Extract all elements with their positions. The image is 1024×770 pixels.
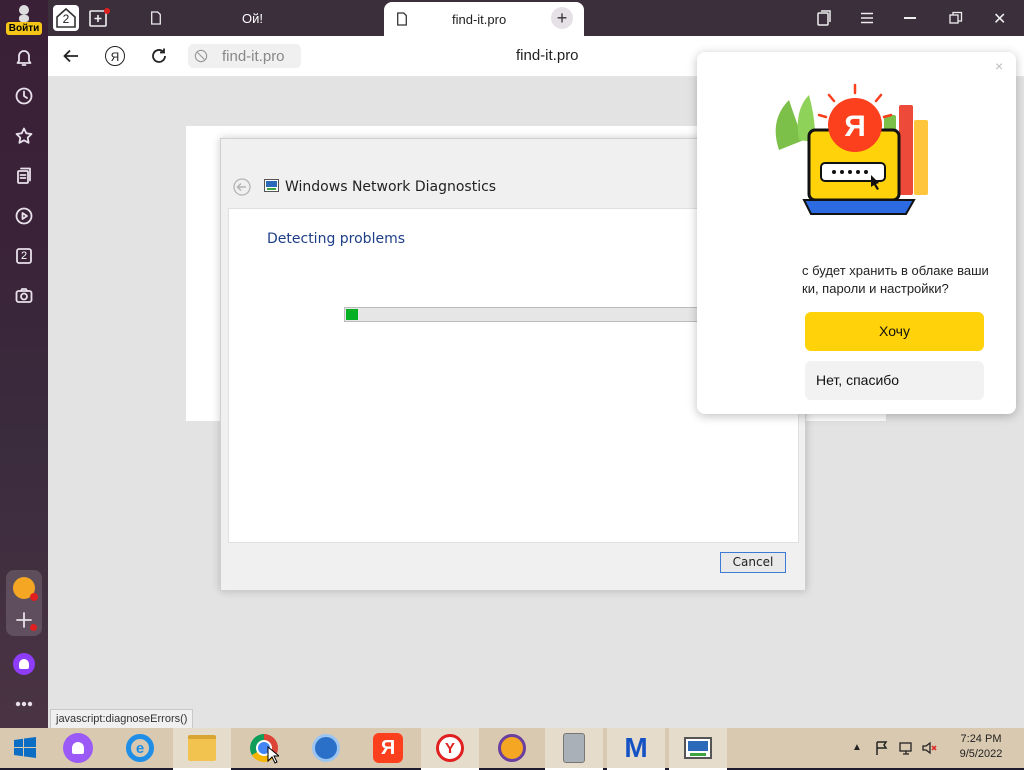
- page-title: find-it.pro: [516, 47, 579, 64]
- network-diagnostics-icon: [264, 179, 279, 192]
- usb-drive-icon: [563, 733, 585, 763]
- taskbar-file-explorer[interactable]: [173, 728, 231, 770]
- bookmarks-star-icon[interactable]: [12, 124, 36, 148]
- clock-date: 9/5/2022: [959, 748, 1003, 760]
- popup-message: с будет хранить в облаке ваши ки, пароли…: [802, 263, 989, 296]
- tab-count-icon[interactable]: 2: [12, 244, 36, 268]
- yandex-logo-icon[interactable]: Я: [105, 46, 125, 66]
- volume-muted-icon[interactable]: [921, 740, 937, 761]
- taskbar-malwarebytes[interactable]: M: [607, 728, 665, 770]
- taskbar-chrome[interactable]: [235, 728, 293, 768]
- progress-bar-fill: [346, 309, 358, 320]
- windows-logo-icon: [14, 737, 36, 758]
- show-hidden-icons-chevron-icon[interactable]: ▲: [852, 742, 862, 753]
- collections-toolbar-icon[interactable]: [816, 9, 834, 27]
- windows-taskbar: e Я Y M ▲ 7:24 PM 9/5/2022: [0, 728, 1024, 770]
- add-app-icon[interactable]: [12, 608, 37, 632]
- tab-group-count: 2: [62, 12, 70, 26]
- page-icon: [151, 11, 161, 25]
- accept-sync-button[interactable]: Хочу: [805, 312, 984, 351]
- alice-icon: [63, 733, 93, 763]
- tab-strip: 2 Ой! find-it.pro ✕ + ✕: [48, 0, 1024, 36]
- taskbar-vpn[interactable]: [483, 728, 541, 768]
- tab-oops[interactable]: Ой!: [136, 0, 376, 36]
- tab-oops-title: Ой!: [242, 10, 263, 26]
- new-tab-button[interactable]: +: [551, 7, 573, 29]
- address-bar[interactable]: find-it.pro: [188, 44, 301, 68]
- system-clock[interactable]: 7:24 PM 9/5/2022: [946, 732, 1016, 762]
- restore-window-icon[interactable]: [949, 11, 963, 25]
- taskbar-yandex-browser[interactable]: Y: [421, 728, 479, 770]
- taskbar-alice[interactable]: [49, 728, 107, 768]
- mouse-cursor-icon: [267, 746, 279, 764]
- site-info-globe-icon[interactable]: [194, 49, 208, 63]
- reload-icon[interactable]: [150, 47, 168, 65]
- login-label: Войти: [6, 22, 42, 35]
- back-arrow-icon[interactable]: [62, 47, 80, 65]
- tab-find-it-title: find-it.pro: [452, 11, 507, 27]
- yandex-red-icon: Я: [373, 733, 403, 763]
- status-link-preview: javascript:diagnoseErrors(): [50, 709, 194, 729]
- folder-icon: [188, 735, 216, 761]
- network-status-icon[interactable]: [898, 740, 914, 761]
- close-window-icon[interactable]: ✕: [993, 9, 1006, 29]
- popup-overlap-mask: [697, 138, 805, 414]
- network-diagnostics-taskbar-icon: [684, 737, 712, 759]
- history-icon[interactable]: [12, 84, 36, 108]
- progress-bar: [344, 307, 700, 322]
- dialog-heading: Detecting problems: [267, 231, 406, 247]
- tab-group-counter[interactable]: 2: [53, 5, 79, 31]
- mail-app-icon[interactable]: [12, 576, 38, 601]
- dialog-back-icon[interactable]: [233, 178, 251, 196]
- taskbar-internet-explorer[interactable]: e: [111, 728, 169, 768]
- video-play-icon[interactable]: [12, 204, 36, 228]
- more-dots-icon[interactable]: [12, 692, 36, 716]
- shield-key-icon: [498, 734, 526, 762]
- taskbar-yandex[interactable]: Я: [359, 728, 417, 768]
- minimize-window-icon[interactable]: [904, 17, 916, 19]
- taskbar-network-diagnostics[interactable]: [669, 728, 727, 770]
- popup-close-icon[interactable]: ×: [995, 58, 1003, 74]
- page-icon: [397, 12, 407, 26]
- screenshot-camera-icon[interactable]: [12, 284, 36, 308]
- address-text: find-it.pro: [222, 48, 285, 65]
- action-center-flag-icon[interactable]: [874, 740, 890, 761]
- svg-text:Я: Я: [844, 110, 866, 143]
- yandex-browser-icon: Y: [436, 734, 464, 762]
- alice-assistant-icon[interactable]: [12, 652, 36, 676]
- dialog-title: Windows Network Diagnostics: [285, 179, 497, 195]
- collections-icon[interactable]: [12, 164, 36, 188]
- taskbar-thunderbird[interactable]: [297, 728, 355, 768]
- cancel-button[interactable]: Cancel: [720, 552, 786, 573]
- login-button[interactable]: Войти: [6, 4, 42, 35]
- tab-count-badge: 2: [20, 250, 28, 262]
- malwarebytes-icon: M: [624, 732, 648, 763]
- thunderbird-icon: [312, 734, 340, 762]
- taskbar-usb-tool[interactable]: [545, 728, 603, 770]
- internet-explorer-icon: e: [126, 734, 154, 762]
- new-tab-group-icon[interactable]: [88, 7, 110, 29]
- browser-sidebar: Войти 2: [0, 0, 48, 728]
- menu-hamburger-icon[interactable]: [860, 11, 874, 24]
- user-avatar-icon: [19, 5, 29, 22]
- start-button[interactable]: [0, 728, 50, 768]
- clock-time: 7:24 PM: [960, 733, 1002, 745]
- notifications-icon[interactable]: [12, 45, 36, 69]
- decline-sync-button[interactable]: Нет, спасибо: [805, 361, 984, 400]
